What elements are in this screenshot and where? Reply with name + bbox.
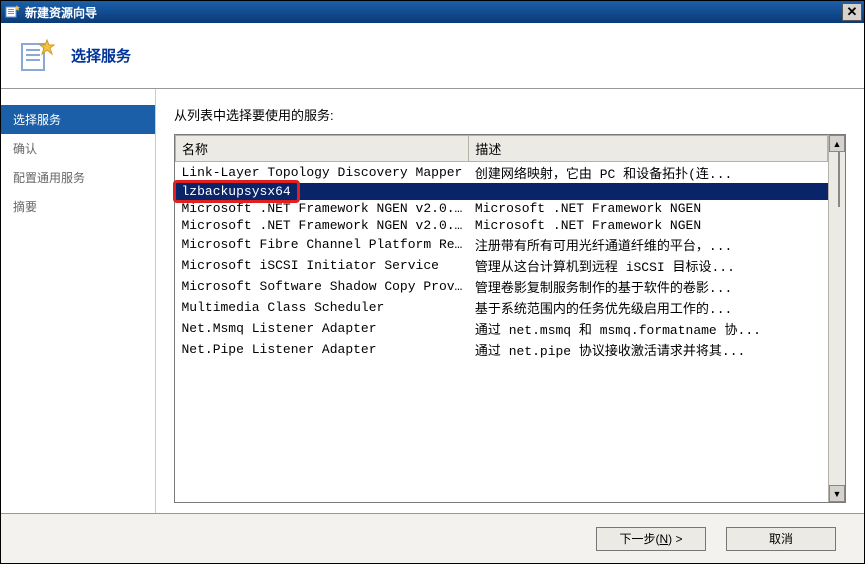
table-row[interactable]: lzbackupsysx64: [176, 183, 828, 200]
page-title: 选择服务: [71, 45, 131, 66]
wizard-footer: 下一步(N) > 取消: [1, 513, 864, 563]
services-list-viewport[interactable]: 名称 描述 Link-Layer Topology Discovery Mapp…: [175, 135, 828, 502]
wizard-steps-nav: 选择服务 确认 配置通用服务 摘要: [1, 89, 156, 513]
step-summary[interactable]: 摘要: [1, 192, 155, 221]
close-button[interactable]: ✕: [842, 3, 862, 21]
window-title: 新建资源向导: [25, 4, 842, 21]
step-configure[interactable]: 配置通用服务: [1, 163, 155, 192]
cell-name: Microsoft .NET Framework NGEN v2.0.50...: [176, 217, 469, 234]
cell-desc: Microsoft .NET Framework NGEN: [469, 200, 828, 217]
step-select-service[interactable]: 选择服务: [1, 105, 155, 134]
services-table: 名称 描述 Link-Layer Topology Discovery Mapp…: [175, 135, 828, 360]
wizard-body: 选择服务 确认 配置通用服务 摘要 从列表中选择要使用的服务: 名称 描述 Li…: [1, 89, 864, 513]
table-header-row: 名称 描述: [176, 136, 828, 162]
title-bar: 新建资源向导 ✕: [1, 1, 864, 23]
table-row[interactable]: Microsoft iSCSI Initiator Service管理从这台计算…: [176, 255, 828, 276]
cell-desc: 管理从这台计算机到远程 iSCSI 目标设...: [469, 255, 828, 276]
cell-desc: 注册带有所有可用光纤通道纤维的平台，...: [469, 234, 828, 255]
cancel-button[interactable]: 取消: [726, 527, 836, 551]
app-icon: [5, 4, 21, 20]
cell-desc: [469, 183, 828, 200]
next-button[interactable]: 下一步(N) >: [596, 527, 706, 551]
cell-desc: Microsoft .NET Framework NGEN: [469, 217, 828, 234]
table-row[interactable]: Microsoft .NET Framework NGEN v2.0.50...…: [176, 200, 828, 217]
table-row[interactable]: Microsoft Software Shadow Copy Provider管…: [176, 276, 828, 297]
table-row[interactable]: Microsoft .NET Framework NGEN v2.0.50...…: [176, 217, 828, 234]
table-row[interactable]: Link-Layer Topology Discovery Mapper创建网络…: [176, 162, 828, 184]
cell-name: Link-Layer Topology Discovery Mapper: [176, 162, 469, 184]
table-row[interactable]: Net.Msmq Listener Adapter通过 net.msmq 和 m…: [176, 318, 828, 339]
vertical-scrollbar[interactable]: ▲ ▼: [828, 135, 845, 502]
content-pane: 从列表中选择要使用的服务: 名称 描述 Link-Layer Topology …: [156, 89, 864, 513]
scrollbar-thumb[interactable]: [838, 152, 840, 207]
col-header-name[interactable]: 名称: [176, 136, 469, 162]
services-list: 名称 描述 Link-Layer Topology Discovery Mapp…: [174, 134, 846, 503]
cell-name: Microsoft iSCSI Initiator Service: [176, 255, 469, 276]
cell-name: Microsoft .NET Framework NGEN v2.0.50...: [176, 200, 469, 217]
table-row[interactable]: Net.Pipe Listener Adapter通过 net.pipe 协议接…: [176, 339, 828, 360]
prompt-label: 从列表中选择要使用的服务:: [174, 105, 846, 124]
cell-desc: 管理卷影复制服务制作的基于软件的卷影...: [469, 276, 828, 297]
cell-name: lzbackupsysx64: [176, 183, 469, 200]
cell-desc: 通过 net.pipe 协议接收激活请求并将其...: [469, 339, 828, 360]
cell-name: Net.Msmq Listener Adapter: [176, 318, 469, 339]
cell-name: Net.Pipe Listener Adapter: [176, 339, 469, 360]
cell-name: Microsoft Fibre Channel Platform Regi...: [176, 234, 469, 255]
next-button-label: 下一步(N) >: [619, 530, 682, 547]
step-confirm[interactable]: 确认: [1, 134, 155, 163]
cell-desc: 基于系统范围内的任务优先级启用工作的...: [469, 297, 828, 318]
scroll-up-button[interactable]: ▲: [829, 135, 845, 152]
wizard-icon: [17, 36, 57, 76]
cell-name: Microsoft Software Shadow Copy Provider: [176, 276, 469, 297]
cell-desc: 创建网络映射，它由 PC 和设备拓扑(连...: [469, 162, 828, 184]
scroll-down-button[interactable]: ▼: [829, 485, 845, 502]
table-row[interactable]: Microsoft Fibre Channel Platform Regi...…: [176, 234, 828, 255]
cell-desc: 通过 net.msmq 和 msmq.formatname 协...: [469, 318, 828, 339]
wizard-header: 选择服务: [1, 23, 864, 89]
table-row[interactable]: Multimedia Class Scheduler基于系统范围内的任务优先级启…: [176, 297, 828, 318]
col-header-desc[interactable]: 描述: [469, 136, 828, 162]
cell-name: Multimedia Class Scheduler: [176, 297, 469, 318]
